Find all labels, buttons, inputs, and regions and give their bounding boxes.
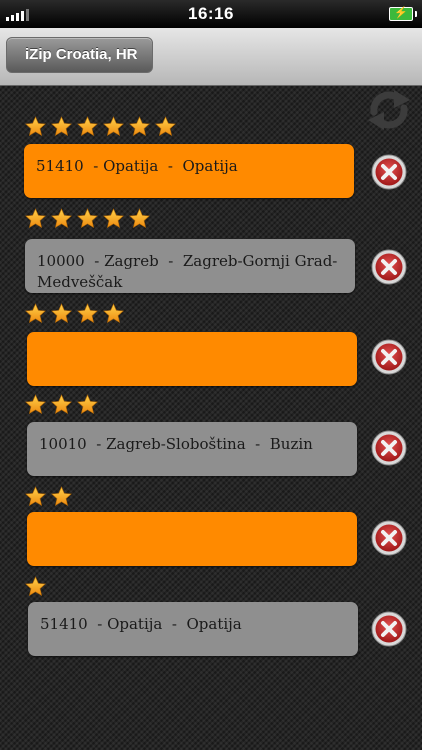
favorite-item[interactable]: 10000 - Zagreb - Zagreb-Gornji Grad-Medv… [25,239,355,293]
star-icon [77,394,98,415]
star-icon [25,486,46,507]
star-icon [25,303,46,324]
delete-icon[interactable] [371,249,407,285]
favorite-item[interactable] [27,332,357,386]
delete-icon[interactable] [371,520,407,556]
star-icon [51,486,72,507]
star-icon [51,303,72,324]
star-icon [77,116,98,137]
star-icon [51,116,72,137]
favorite-item-text: 51410 - Opatija - Opatija [36,157,238,175]
star-icon [77,208,98,229]
rating-stars [25,116,176,138]
favorite-item[interactable]: 51410 - Opatija - Opatija [24,144,354,198]
star-icon [129,208,150,229]
star-icon [77,303,98,324]
back-arrow-icon [0,38,23,71]
star-icon [129,116,150,137]
back-button[interactable]: iZip Croatia, HR [0,37,153,73]
favorites-list: 51410 - Opatija - Opatija 10000 - Zagreb … [0,86,422,750]
favorite-item[interactable] [27,512,357,566]
star-icon [25,576,46,597]
star-icon [103,303,124,324]
rating-stars [25,208,150,230]
rating-stars [25,303,124,325]
star-icon [103,208,124,229]
delete-icon[interactable] [371,339,407,375]
rating-stars [25,576,46,598]
favorite-item-text: 10000 - Zagreb - Zagreb-Gornji Grad-Medv… [37,252,338,291]
favorite-item[interactable]: 10010 - Zagreb-Sloboština - Buzin [27,422,357,476]
star-icon [25,208,46,229]
star-icon [51,394,72,415]
rating-stars [25,394,98,416]
star-icon [155,116,176,137]
status-bar: 16:16 ⚡ [0,0,422,28]
star-icon [103,116,124,137]
charging-battery-icon: ⚡ [389,7,417,21]
delete-icon[interactable] [371,430,407,466]
rating-stars [25,486,72,508]
favorite-item[interactable]: 51410 - Opatija - Opatija [28,602,358,656]
favorite-item-text: 10010 - Zagreb-Sloboština - Buzin [39,435,313,453]
delete-icon[interactable] [371,611,407,647]
star-icon [25,394,46,415]
star-icon [25,116,46,137]
back-button-label: iZip Croatia, HR [25,46,138,63]
refresh-icon[interactable] [364,86,414,134]
favorite-item-text: 51410 - Opatija - Opatija [40,615,242,633]
delete-icon[interactable] [371,154,407,190]
navigation-bar: iZip Croatia, HR [0,28,422,86]
status-time: 16:16 [188,4,234,23]
star-icon [51,208,72,229]
